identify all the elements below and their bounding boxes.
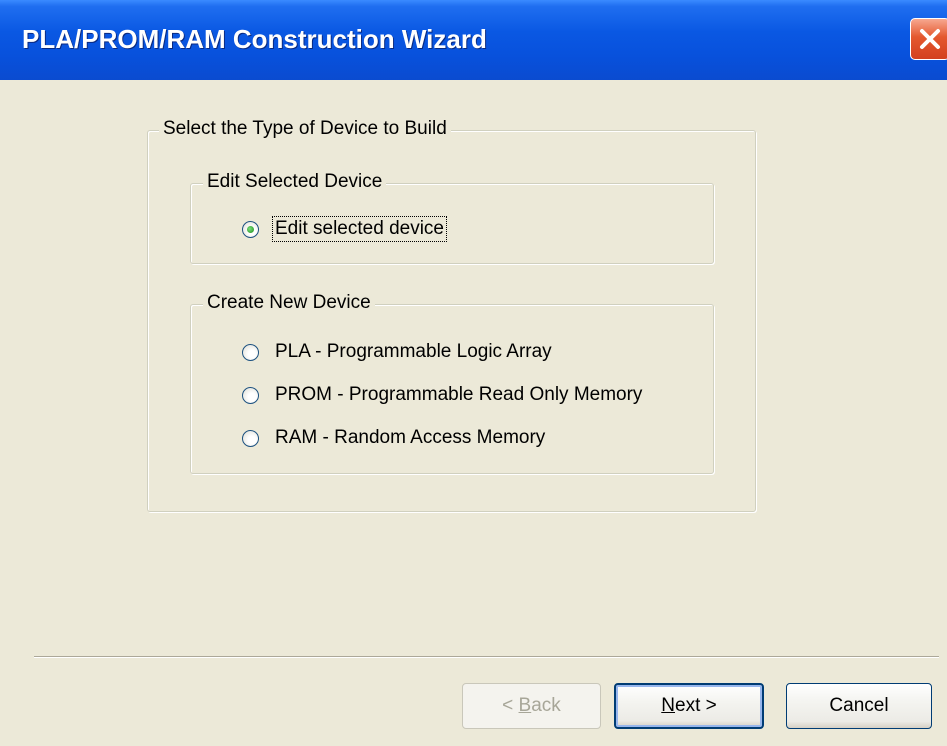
radio-button[interactable] xyxy=(242,386,259,404)
create-device-legend: Create New Device xyxy=(203,292,375,314)
radio-prom[interactable]: PROM - Programmable Read Only Memory xyxy=(242,383,644,407)
window-title: PLA/PROM/RAM Construction Wizard xyxy=(22,24,487,54)
radio-pla[interactable]: PLA - Programmable Logic Array xyxy=(242,340,554,364)
radio-edit-selected-device[interactable]: Edit selected device xyxy=(242,216,447,242)
back-button-rest: ack xyxy=(531,695,561,716)
radio-ram[interactable]: RAM - Random Access Memory xyxy=(242,426,547,450)
cancel-button[interactable]: Cancel xyxy=(786,683,932,729)
button-separator xyxy=(34,656,939,658)
next-button[interactable]: Next > xyxy=(614,683,764,729)
radio-label: PLA - Programmable Logic Array xyxy=(275,341,552,362)
close-button[interactable] xyxy=(910,18,947,60)
radio-label: PROM - Programmable Read Only Memory xyxy=(275,384,643,405)
title-bar[interactable]: PLA/PROM/RAM Construction Wizard xyxy=(0,0,947,80)
next-button-mnemonic: N xyxy=(661,695,675,716)
radio-button[interactable] xyxy=(242,343,259,361)
device-type-legend: Select the Type of Device to Build xyxy=(159,118,451,140)
back-button-prefix: < xyxy=(502,695,519,716)
close-icon xyxy=(920,29,940,49)
edit-device-legend: Edit Selected Device xyxy=(203,171,387,193)
radio-button[interactable] xyxy=(242,220,259,238)
radio-button[interactable] xyxy=(242,429,259,447)
next-button-rest: ext > xyxy=(675,695,717,716)
cancel-button-label: Cancel xyxy=(829,695,889,716)
back-button[interactable]: < Back xyxy=(462,683,601,729)
back-button-mnemonic: B xyxy=(518,695,532,716)
radio-label: RAM - Random Access Memory xyxy=(275,427,546,448)
radio-label: Edit selected device xyxy=(272,216,447,242)
